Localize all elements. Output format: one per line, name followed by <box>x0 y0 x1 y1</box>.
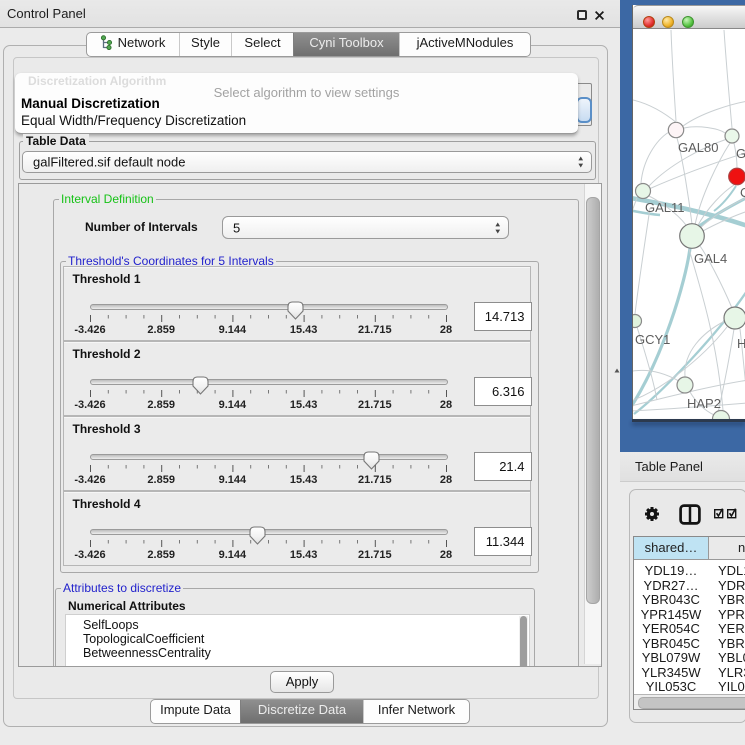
svg-text:H: H <box>737 336 745 351</box>
svg-text:G…: G… <box>736 146 745 161</box>
svg-text:HAP2: HAP2 <box>687 396 721 411</box>
svg-text:GAL4: GAL4 <box>694 251 727 266</box>
svg-text:C: C <box>740 185 745 200</box>
svg-text:GCY1: GCY1 <box>635 332 670 347</box>
svg-text:GAL11: GAL11 <box>645 200 685 215</box>
svg-text:GAL80: GAL80 <box>678 140 718 155</box>
